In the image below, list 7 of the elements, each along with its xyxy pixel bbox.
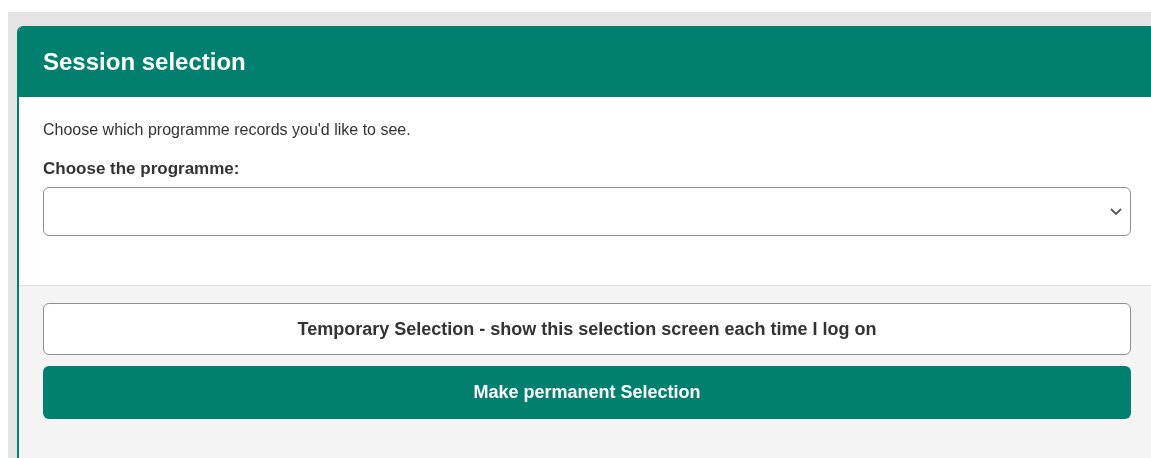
temporary-selection-button[interactable]: Temporary Selection - show this selection screen each time I log on [43, 303, 1131, 355]
field-label: Choose the programme: [43, 159, 240, 179]
programme-select[interactable] [43, 187, 1131, 236]
panel-title: Session selection [43, 47, 246, 76]
permanent-selection-button[interactable]: Make permanent Selection [43, 366, 1131, 419]
chevron-down-icon [1110, 207, 1122, 216]
intro-text: Choose which programme records you'd like to see. [43, 121, 412, 139]
